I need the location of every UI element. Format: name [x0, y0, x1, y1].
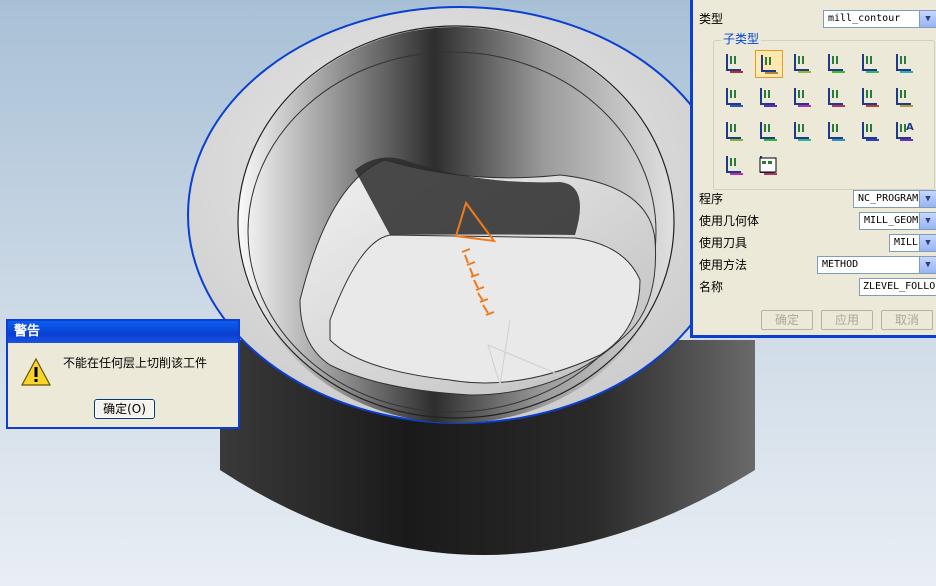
zlevel-corner-icon[interactable]	[891, 50, 919, 78]
apply-button[interactable]: 应用	[821, 310, 873, 330]
type-select[interactable]: mill_contour ▼	[823, 10, 936, 28]
svg-text:A: A	[906, 122, 914, 133]
profile-3d-icon[interactable]	[857, 118, 885, 146]
contour-area-icon[interactable]	[755, 84, 783, 112]
ok-button[interactable]: 确定	[761, 310, 813, 330]
plunge-mill-icon[interactable]	[755, 50, 783, 78]
program-select[interactable]: NC_PROGRAM ▼	[853, 190, 936, 208]
subtype-legend: 子类型	[721, 30, 762, 47]
zlevel-profile-icon[interactable]	[857, 50, 885, 78]
streamline-icon[interactable]	[823, 84, 851, 112]
flowcut-multiple-icon[interactable]	[721, 118, 749, 146]
program-value: NC_PROGRAM	[858, 193, 919, 204]
flowcut-smooth-icon[interactable]	[789, 118, 817, 146]
corner-rough-icon[interactable]	[789, 50, 817, 78]
method-select[interactable]: METHOD ▼	[817, 256, 936, 274]
rest-mill-icon[interactable]	[823, 50, 851, 78]
fixed-contour-icon[interactable]	[721, 84, 749, 112]
cavity-mill-icon[interactable]	[721, 50, 749, 78]
warning-dialog: 警告 不能在任何层上切削该工件 确定(O)	[6, 319, 240, 429]
name-value: ZLEVEL_FOLLO	[863, 281, 936, 292]
geometry-label: 使用几何体	[699, 214, 760, 228]
solid-profile-3d-icon[interactable]	[823, 118, 851, 146]
name-label: 名称	[699, 280, 724, 294]
method-label: 使用方法	[699, 258, 748, 272]
mill-control-icon[interactable]	[755, 152, 783, 180]
flowcut-ref-tool-icon[interactable]	[755, 118, 783, 146]
type-value: mill_contour	[828, 13, 901, 24]
contour-text-icon[interactable]: A	[891, 118, 919, 146]
tool-select[interactable]: MILL ▼	[889, 234, 936, 252]
warning-message: 不能在任何层上切削该工件	[63, 356, 208, 370]
chevron-down-icon[interactable]: ▼	[919, 11, 936, 27]
contour-surface-area-icon[interactable]	[789, 84, 817, 112]
mill-user-icon[interactable]	[721, 152, 749, 180]
cancel-button[interactable]: 取消	[881, 310, 933, 330]
chevron-down-icon[interactable]: ▼	[919, 191, 936, 207]
warning-title[interactable]: 警告	[8, 321, 238, 343]
program-label: 程序	[699, 192, 724, 206]
tool-value: MILL	[894, 237, 919, 248]
contour-area-dir-steep-icon[interactable]	[857, 84, 885, 112]
chevron-down-icon[interactable]: ▼	[919, 235, 936, 251]
geometry-value: MILL_GEOM	[864, 215, 919, 226]
chevron-down-icon[interactable]: ▼	[919, 213, 936, 229]
type-label: 类型	[699, 12, 724, 26]
method-value: METHOD	[822, 259, 859, 270]
create-operation-dialog: 类型 mill_contour ▼ 子类型 程序 NC_PROGRAM ▼ 使用…	[690, 0, 936, 338]
flowcut-single-icon[interactable]	[891, 84, 919, 112]
warning-ok-button[interactable]: 确定(O)	[94, 399, 155, 419]
name-input[interactable]: ZLEVEL_FOLLO	[859, 278, 936, 296]
chevron-down-icon[interactable]: ▼	[919, 257, 936, 273]
geometry-select[interactable]: MILL_GEOM ▼	[859, 212, 936, 230]
tool-label: 使用刀具	[699, 236, 748, 250]
warning-icon	[20, 357, 52, 386]
